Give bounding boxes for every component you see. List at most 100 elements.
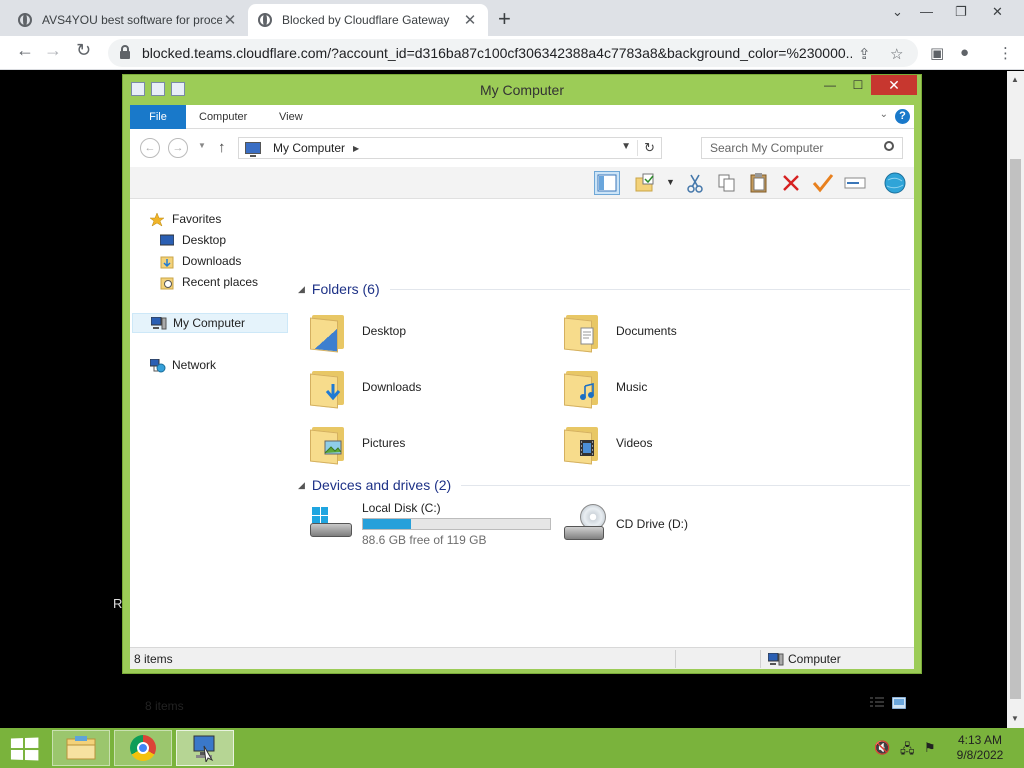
collapse-triangle-icon[interactable]: ◢: [298, 284, 305, 295]
hard-drive-icon: [308, 507, 354, 541]
up-icon[interactable]: ↑: [218, 139, 226, 156]
status-divider: [675, 650, 676, 668]
address-bar[interactable]: blocked.teams.cloudflare.com/?account_id…: [108, 39, 918, 67]
group-title: Folders (6): [311, 281, 380, 297]
taskbar-file-explorer[interactable]: [52, 730, 110, 766]
minimize-icon[interactable]: —: [920, 4, 933, 19]
side-panel-icon[interactable]: ▣: [930, 44, 944, 62]
recent-locations-icon[interactable]: ▼: [198, 141, 206, 150]
browser-tab-avs4you[interactable]: AVS4YOU best software for proce ✕: [8, 4, 248, 36]
menu-dots-icon[interactable]: ⋮: [998, 44, 1013, 62]
close-tab-icon[interactable]: ✕: [222, 11, 238, 29]
drive-item-local-disk[interactable]: Local Disk (C:) 88.6 GB free of 119 GB: [308, 501, 551, 547]
browser-tab-cloudflare[interactable]: Blocked by Cloudflare Gateway ✕: [248, 4, 488, 36]
tab-file[interactable]: File: [130, 105, 186, 129]
nav-my-computer[interactable]: My Computer: [132, 313, 288, 333]
clock-time: 4:13 AM: [957, 733, 1003, 747]
nav-label: Desktop: [182, 233, 227, 247]
navigation-pane: Favorites Desktop Downloads Recent place…: [130, 199, 288, 647]
close-icon[interactable]: ✕: [871, 75, 917, 95]
close-window-icon[interactable]: ✕: [992, 4, 1003, 20]
new-tab-button[interactable]: +: [498, 6, 511, 32]
search-icon[interactable]: [884, 141, 894, 151]
profile-avatar-icon[interactable]: ●: [960, 44, 969, 61]
nav-favorites[interactable]: Favorites: [149, 209, 222, 229]
group-title: Devices and drives (2): [311, 477, 452, 493]
volume-muted-icon[interactable]: 🔇: [874, 740, 890, 756]
tab-computer[interactable]: Computer: [186, 105, 260, 129]
back-icon[interactable]: ←: [16, 40, 34, 61]
network-tray-icon[interactable]: 🖧: [900, 740, 915, 762]
paste-icon[interactable]: [746, 171, 772, 195]
search-input[interactable]: Search My Computer: [701, 137, 903, 159]
close-tab-icon[interactable]: ✕: [462, 11, 478, 29]
group-header-devices[interactable]: ◢ Devices and drives (2): [298, 475, 910, 495]
dropdown-arrow-icon[interactable]: ▼: [666, 177, 675, 187]
help-icon[interactable]: ?: [895, 109, 910, 124]
nav-desktop[interactable]: Desktop: [159, 230, 227, 250]
window-title: My Computer: [479, 82, 565, 98]
nav-network[interactable]: Network: [149, 355, 216, 375]
group-header-folders[interactable]: ◢ Folders (6): [298, 279, 910, 299]
tab-title: Blocked by Cloudflare Gateway: [282, 13, 450, 27]
scroll-down-icon[interactable]: ▼: [1011, 714, 1019, 723]
network-icon: [149, 358, 166, 373]
page-scrollbar[interactable]: ▲ ▼: [1007, 71, 1024, 728]
tab-view[interactable]: View: [266, 105, 316, 129]
address-bar[interactable]: My Computer ▶ ▼ ↻: [238, 137, 662, 159]
window-titlebar[interactable]: My Computer — ☐ ✕: [123, 75, 921, 103]
collapse-triangle-icon[interactable]: ◢: [298, 480, 305, 491]
url-text[interactable]: blocked.teams.cloudflare.com/?account_id…: [142, 45, 852, 61]
preview-pane-icon[interactable]: [594, 171, 620, 195]
delete-icon[interactable]: [778, 171, 804, 195]
folder-item-documents[interactable]: Documents: [564, 305, 804, 357]
scroll-up-icon[interactable]: ▲: [1011, 75, 1019, 84]
restore-icon[interactable]: ❐: [955, 4, 967, 20]
nav-recent-places[interactable]: Recent places: [160, 272, 258, 292]
status-item-count: 8 items: [134, 652, 173, 666]
forward-icon[interactable]: →: [44, 40, 62, 61]
tab-search-icon[interactable]: ⌄: [892, 4, 903, 20]
taskbar-my-computer[interactable]: [176, 730, 234, 766]
action-center-icon[interactable]: ⚑: [924, 740, 936, 756]
expand-ribbon-icon[interactable]: ⌄: [880, 109, 888, 120]
ribbon-tabs: File Computer View ⌄ ?: [130, 105, 914, 129]
browser-tab-bar: AVS4YOU best software for proce ✕ Blocke…: [0, 0, 1024, 36]
large-icons-view-icon[interactable]: [891, 696, 907, 710]
share-icon[interactable]: ⇪: [858, 45, 871, 63]
drive-free-space: 88.6 GB free of 119 GB: [362, 533, 487, 547]
bookmark-star-icon[interactable]: ☆: [890, 45, 903, 63]
breadcrumb[interactable]: My Computer: [273, 141, 345, 155]
drive-item-cd-drive[interactable]: CD Drive (D:): [562, 501, 688, 547]
details-view-icon[interactable]: [870, 697, 884, 709]
chevron-down-icon[interactable]: ▼: [621, 141, 631, 152]
group-divider: [461, 484, 910, 486]
folder-options-icon[interactable]: [632, 171, 658, 195]
start-button[interactable]: [10, 737, 39, 761]
pictures-folder-icon: [310, 423, 348, 465]
folder-item-videos[interactable]: Videos: [564, 417, 804, 469]
minimize-icon[interactable]: —: [817, 75, 843, 95]
folder-item-pictures[interactable]: Pictures: [310, 417, 550, 469]
maximize-icon[interactable]: ☐: [845, 75, 871, 95]
reload-icon[interactable]: ↻: [76, 40, 91, 61]
folder-item-downloads[interactable]: Downloads: [310, 361, 550, 413]
refresh-icon[interactable]: ↻: [637, 140, 655, 156]
taskbar-chrome[interactable]: [114, 730, 172, 766]
folder-item-music[interactable]: Music: [564, 361, 804, 413]
forward-icon[interactable]: →: [168, 138, 188, 158]
folder-item-desktop[interactable]: Desktop: [310, 305, 550, 357]
nav-downloads[interactable]: Downloads: [160, 251, 241, 271]
copy-icon[interactable]: [714, 171, 740, 195]
nav-label: Favorites: [172, 212, 222, 226]
cut-icon[interactable]: [682, 171, 708, 195]
scroll-thumb[interactable]: [1010, 159, 1021, 699]
explorer-window: My Computer — ☐ ✕ File Computer View ⌄ ?…: [122, 74, 922, 713]
chevron-right-icon[interactable]: ▶: [353, 144, 359, 153]
back-icon[interactable]: ←: [140, 138, 160, 158]
rename-icon[interactable]: [842, 171, 868, 195]
checkmark-icon[interactable]: [810, 171, 836, 195]
documents-folder-icon: [564, 311, 602, 353]
system-clock[interactable]: 4:13 AM 9/8/2022: [944, 733, 1016, 763]
globe-icon[interactable]: [882, 171, 908, 195]
